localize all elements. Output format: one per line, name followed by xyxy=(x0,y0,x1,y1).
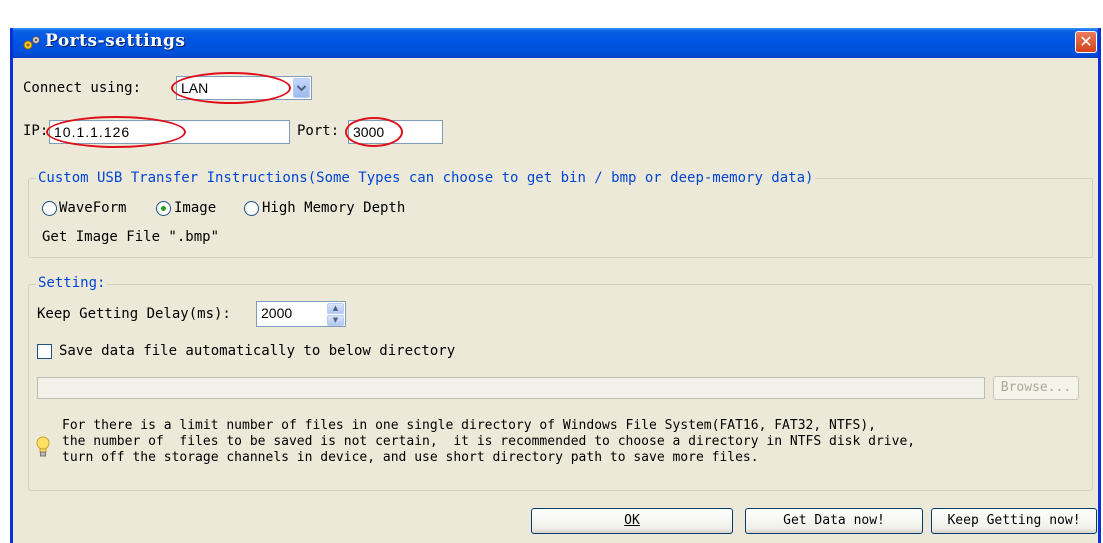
ip-input[interactable]: 10.1.1.126 xyxy=(49,120,290,144)
radio-high-memory-depth[interactable] xyxy=(244,201,259,216)
settings-gears-icon xyxy=(23,36,40,50)
ok-button[interactable]: OK xyxy=(531,508,733,534)
title-bar[interactable]: Ports-settings ✕ xyxy=(13,28,1098,58)
lightbulb-icon xyxy=(36,436,50,457)
directory-path-input[interactable] xyxy=(37,377,985,399)
close-button[interactable]: ✕ xyxy=(1075,31,1097,53)
spin-up-arrow-icon[interactable]: ▲ xyxy=(327,303,344,314)
radio-image[interactable] xyxy=(156,201,171,216)
keep-getting-now-button[interactable]: Keep Getting now! xyxy=(931,508,1097,534)
note-line: turn off the storage channels in device,… xyxy=(62,450,759,465)
radio-waveform[interactable] xyxy=(42,201,57,216)
chevron-down-icon xyxy=(296,85,307,92)
port-label: Port: xyxy=(297,123,340,139)
radio-selected-dot xyxy=(161,206,166,211)
ports-settings-dialog: Ports-settings ✕ Connect using: LAN IP: … xyxy=(10,28,1101,543)
delay-spin-input[interactable]: 2000 ▲ ▼ xyxy=(256,301,346,327)
browse-button[interactable]: Browse... xyxy=(993,376,1079,400)
get-data-now-button[interactable]: Get Data now! xyxy=(745,508,923,534)
note-line: For there is a limit number of files in … xyxy=(62,418,876,433)
delay-value: 2000 xyxy=(261,305,293,321)
file-type-info: Get Image File ".bmp" xyxy=(42,229,220,245)
spin-down-arrow-icon[interactable]: ▼ xyxy=(327,315,344,326)
radio-image-label[interactable]: Image xyxy=(174,200,216,216)
connect-using-value: LAN xyxy=(181,80,209,96)
ip-value: 10.1.1.126 xyxy=(54,124,131,140)
directory-limit-note: For there is a limit number of files in … xyxy=(62,418,915,466)
port-value: 3000 xyxy=(353,124,385,140)
port-input[interactable]: 3000 xyxy=(348,120,443,144)
radio-waveform-label[interactable]: WaveForm xyxy=(59,200,126,216)
autosave-checkbox-label[interactable]: Save data file automatically to below di… xyxy=(59,343,455,359)
radio-high-memory-depth-label[interactable]: High Memory Depth xyxy=(262,200,405,216)
keep-getting-delay-label: Keep Getting Delay(ms): xyxy=(37,306,231,322)
setting-group-legend: Setting: xyxy=(36,275,108,291)
note-line: the number of files to be saved is not c… xyxy=(62,434,916,449)
transfer-group-legend: Custom USB Transfer Instructions(Some Ty… xyxy=(36,170,816,186)
autosave-checkbox[interactable] xyxy=(37,344,52,359)
close-icon: ✕ xyxy=(1079,32,1093,51)
delay-spinner[interactable]: ▲ ▼ xyxy=(327,303,344,326)
window-title: Ports-settings xyxy=(45,31,186,51)
dropdown-button[interactable] xyxy=(293,78,310,98)
transfer-instructions-group xyxy=(28,178,1093,258)
connect-using-select[interactable]: LAN xyxy=(176,76,312,100)
connect-using-label: Connect using: xyxy=(23,80,142,96)
ip-label: IP: xyxy=(23,123,49,139)
